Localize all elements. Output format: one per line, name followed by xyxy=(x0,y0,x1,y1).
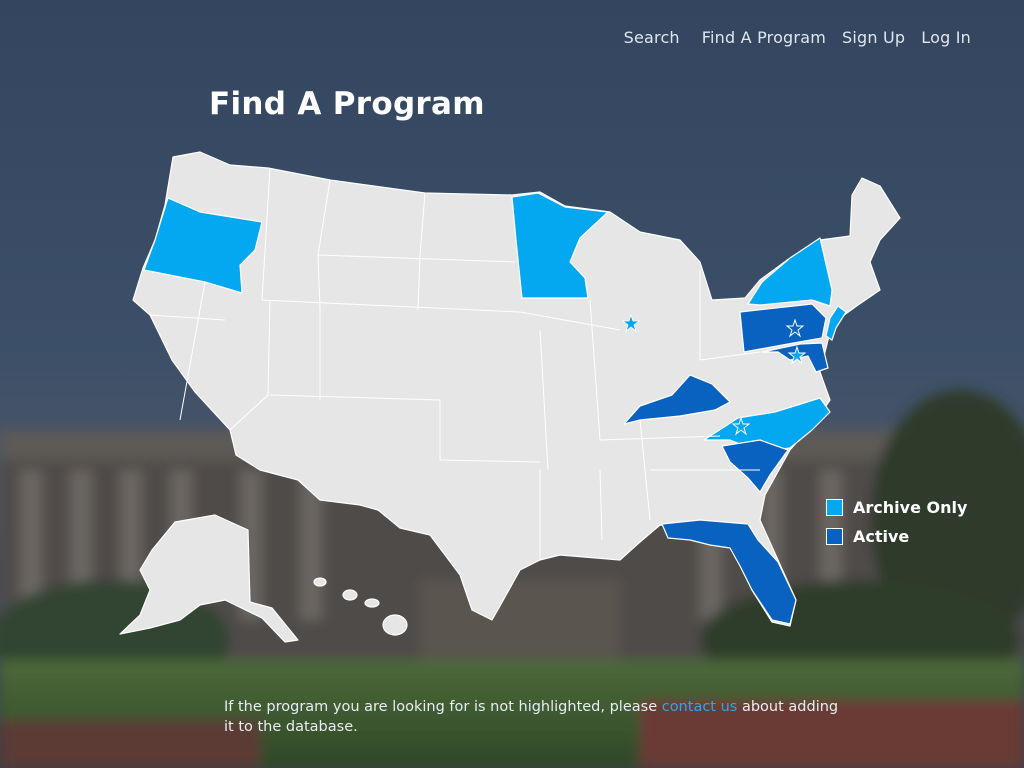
alaska xyxy=(119,514,299,643)
state-florida[interactable] xyxy=(661,519,797,625)
active-swatch xyxy=(826,528,843,545)
legend-item-active: Active xyxy=(826,522,967,551)
us-map xyxy=(119,151,901,643)
contact-us-link[interactable]: contact us xyxy=(662,699,738,715)
footer-text-before: If the program you are looking for is no… xyxy=(224,698,662,715)
state-new-york[interactable] xyxy=(747,237,833,307)
archive-swatch xyxy=(826,499,843,516)
hawaii xyxy=(313,577,408,636)
map-legend: Archive Only Active xyxy=(826,493,967,551)
footer-note: If the program you are looking for is no… xyxy=(224,697,844,737)
legend-label-active: Active xyxy=(853,527,910,546)
legend-item-archive: Archive Only xyxy=(826,493,967,522)
legend-label-archive: Archive Only xyxy=(853,498,968,517)
